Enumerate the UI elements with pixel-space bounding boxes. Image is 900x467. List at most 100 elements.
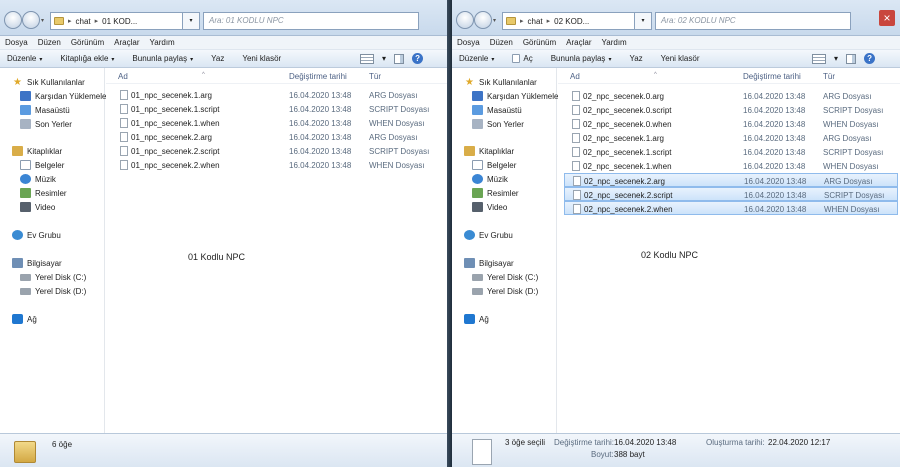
chevron-right-icon: ▸	[94, 18, 99, 25]
nav-downloads[interactable]: Karşıdan Yüklemeler	[20, 90, 109, 102]
nav-label: Yerel Disk (D:)	[35, 286, 87, 296]
hard-disk-icon	[20, 273, 31, 281]
sort-arrow-icon: ^	[654, 72, 657, 78]
help-icon[interactable]: ?	[412, 53, 424, 64]
help-icon[interactable]: ?	[864, 53, 876, 64]
column-date[interactable]: Değiştirme tarihi	[743, 72, 801, 81]
address-dropdown-button[interactable]: ▾	[635, 12, 652, 30]
search-input[interactable]: Ara: 02 KODLU NPC	[655, 12, 851, 30]
column-type[interactable]: Tür	[823, 72, 835, 81]
nav-homegroup[interactable]: Ev Grubu	[464, 229, 513, 241]
back-button[interactable]	[456, 11, 474, 29]
share-with-button[interactable]: Bununla paylaş ▾	[132, 54, 193, 63]
table-row[interactable]: 02_npc_secenek.0.when 16.04.2020 13:48 WHE…	[564, 117, 898, 131]
preview-pane-icon[interactable]	[394, 53, 405, 64]
nav-pictures[interactable]: Resimler	[20, 187, 67, 199]
menu-item[interactable]: Yardım	[602, 38, 627, 47]
nav-disk-c[interactable]: Yerel Disk (C:)	[472, 271, 538, 283]
recent-pages-icon[interactable]: ▾	[41, 17, 44, 24]
nav-homegroup[interactable]: Ev Grubu	[12, 229, 61, 241]
table-row-selected[interactable]: 02_npc_secenek.2.script 16.04.2020 13:48 S…	[564, 187, 898, 201]
view-options-icon[interactable]	[812, 53, 826, 64]
nav-videos[interactable]: Video	[20, 201, 55, 213]
nav-favorites[interactable]: ★ Sık Kullanılanlar	[464, 76, 537, 88]
forward-button[interactable]	[474, 11, 492, 29]
folder-caption: 01 Kodlu NPC	[188, 252, 246, 262]
nav-music[interactable]: Müzik	[20, 173, 56, 185]
breadcrumb[interactable]: ▸ chat ▸ 01 KOD...	[50, 12, 183, 30]
open-button[interactable]: Aç	[512, 54, 533, 64]
nav-downloads[interactable]: Karşıdan Yüklemeler	[472, 90, 561, 102]
print-button[interactable]: Yaz	[211, 54, 224, 63]
folder-icon	[506, 17, 516, 25]
table-row-selected[interactable]: 02_npc_secenek.2.when 16.04.2020 13:48 WHE…	[564, 201, 898, 215]
forward-button[interactable]	[22, 11, 40, 29]
table-row[interactable]: 02_npc_secenek.1.when 16.04.2020 13:48 WHE…	[564, 159, 898, 173]
nav-network[interactable]: Ağ	[464, 313, 489, 325]
nav-computer[interactable]: Bilgisayar	[12, 257, 62, 269]
recent-pages-icon[interactable]: ▾	[493, 17, 496, 24]
breadcrumb-item[interactable]: chat	[76, 17, 91, 26]
view-options-icon[interactable]	[360, 53, 374, 64]
nav-network[interactable]: Ağ	[12, 313, 37, 325]
column-type[interactable]: Tür	[369, 72, 381, 81]
menu-item[interactable]: Görünüm	[523, 38, 556, 47]
nav-libraries[interactable]: Kitaplıklar	[464, 145, 514, 157]
table-row[interactable]: 01_npc_secenek.2.when 16.04.2020 13:48 WHE…	[112, 158, 445, 172]
table-row[interactable]: 02_npc_secenek.0.arg 16.04.2020 13:48 ARG …	[564, 89, 898, 103]
nav-recent[interactable]: Son Yerler	[472, 118, 524, 130]
table-row[interactable]: 01_npc_secenek.2.script 16.04.2020 13:48 S…	[112, 144, 445, 158]
menu-item[interactable]: Görünüm	[71, 38, 104, 47]
table-row[interactable]: 02_npc_secenek.1.script 16.04.2020 13:48 S…	[564, 145, 898, 159]
breadcrumb-item[interactable]: chat	[528, 17, 543, 26]
menu-item[interactable]: Araçlar	[566, 38, 591, 47]
nav-disk-d[interactable]: Yerel Disk (D:)	[472, 285, 538, 297]
table-row-selected[interactable]: 02_npc_secenek.2.arg 16.04.2020 13:48 ARG …	[564, 173, 898, 187]
nav-videos[interactable]: Video	[472, 201, 507, 213]
nav-computer[interactable]: Bilgisayar	[464, 257, 514, 269]
new-folder-button[interactable]: Yeni klasör	[661, 54, 700, 63]
breadcrumb[interactable]: ▸ chat ▸ 02 KOD...	[502, 12, 635, 30]
breadcrumb-item[interactable]: 02 KOD...	[554, 17, 589, 26]
nav-music[interactable]: Müzik	[472, 173, 508, 185]
nav-documents[interactable]: Belgeler	[472, 159, 516, 171]
column-date[interactable]: Değiştirme tarihi	[289, 72, 347, 81]
nav-pictures[interactable]: Resimler	[472, 187, 519, 199]
nav-desktop[interactable]: Masaüstü	[472, 104, 522, 116]
menu-item[interactable]: Dosya	[457, 38, 480, 47]
column-name[interactable]: Ad	[570, 72, 580, 81]
close-button[interactable]: ×	[879, 10, 895, 26]
organize-button[interactable]: Düzenle ▾	[7, 54, 42, 63]
nav-libraries[interactable]: Kitaplıklar	[12, 145, 62, 157]
search-input[interactable]: Ara: 01 KODLU NPC	[203, 12, 419, 30]
nav-disk-d[interactable]: Yerel Disk (D:)	[20, 285, 86, 297]
nav-disk-c[interactable]: Yerel Disk (C:)	[20, 271, 86, 283]
nav-recent[interactable]: Son Yerler	[20, 118, 72, 130]
table-row[interactable]: 02_npc_secenek.1.arg 16.04.2020 13:48 ARG …	[564, 131, 898, 145]
breadcrumb-item[interactable]: 01 KOD...	[102, 17, 137, 26]
preview-pane-icon[interactable]	[846, 53, 857, 64]
menu-item[interactable]: Araçlar	[114, 38, 139, 47]
table-row[interactable]: 01_npc_secenek.1.when 16.04.2020 13:48 WHE…	[112, 116, 445, 130]
menu-item[interactable]: Yardım	[150, 38, 175, 47]
nav-documents[interactable]: Belgeler	[20, 159, 64, 171]
table-row[interactable]: 01_npc_secenek.2.arg 16.04.2020 13:48 ARG …	[112, 130, 445, 144]
table-row[interactable]: 01_npc_secenek.1.script 16.04.2020 13:48 S…	[112, 102, 445, 116]
menu-item[interactable]: Düzen	[490, 38, 513, 47]
column-name[interactable]: Ad	[118, 72, 128, 81]
print-button[interactable]: Yaz	[629, 54, 642, 63]
menu-item[interactable]: Düzen	[38, 38, 61, 47]
address-dropdown-button[interactable]: ▾	[183, 12, 200, 30]
new-folder-button[interactable]: Yeni klasör	[242, 54, 281, 63]
back-button[interactable]	[4, 11, 22, 29]
table-row[interactable]: 01_npc_secenek.1.arg 16.04.2020 13:48 ARG …	[112, 88, 445, 102]
chevron-down-icon[interactable]: ▾	[382, 54, 386, 63]
menu-item[interactable]: Dosya	[5, 38, 28, 47]
table-row[interactable]: 02_npc_secenek.0.script 16.04.2020 13:48 S…	[564, 103, 898, 117]
chevron-down-icon[interactable]: ▾	[834, 54, 838, 63]
share-with-button[interactable]: Bununla paylaş ▾	[551, 54, 612, 63]
nav-desktop[interactable]: Masaüstü	[20, 104, 70, 116]
organize-button[interactable]: Düzenle ▾	[459, 54, 494, 63]
include-in-library-button[interactable]: Kitaplığa ekle ▾	[60, 54, 114, 63]
nav-favorites[interactable]: ★ Sık Kullanılanlar	[12, 76, 85, 88]
